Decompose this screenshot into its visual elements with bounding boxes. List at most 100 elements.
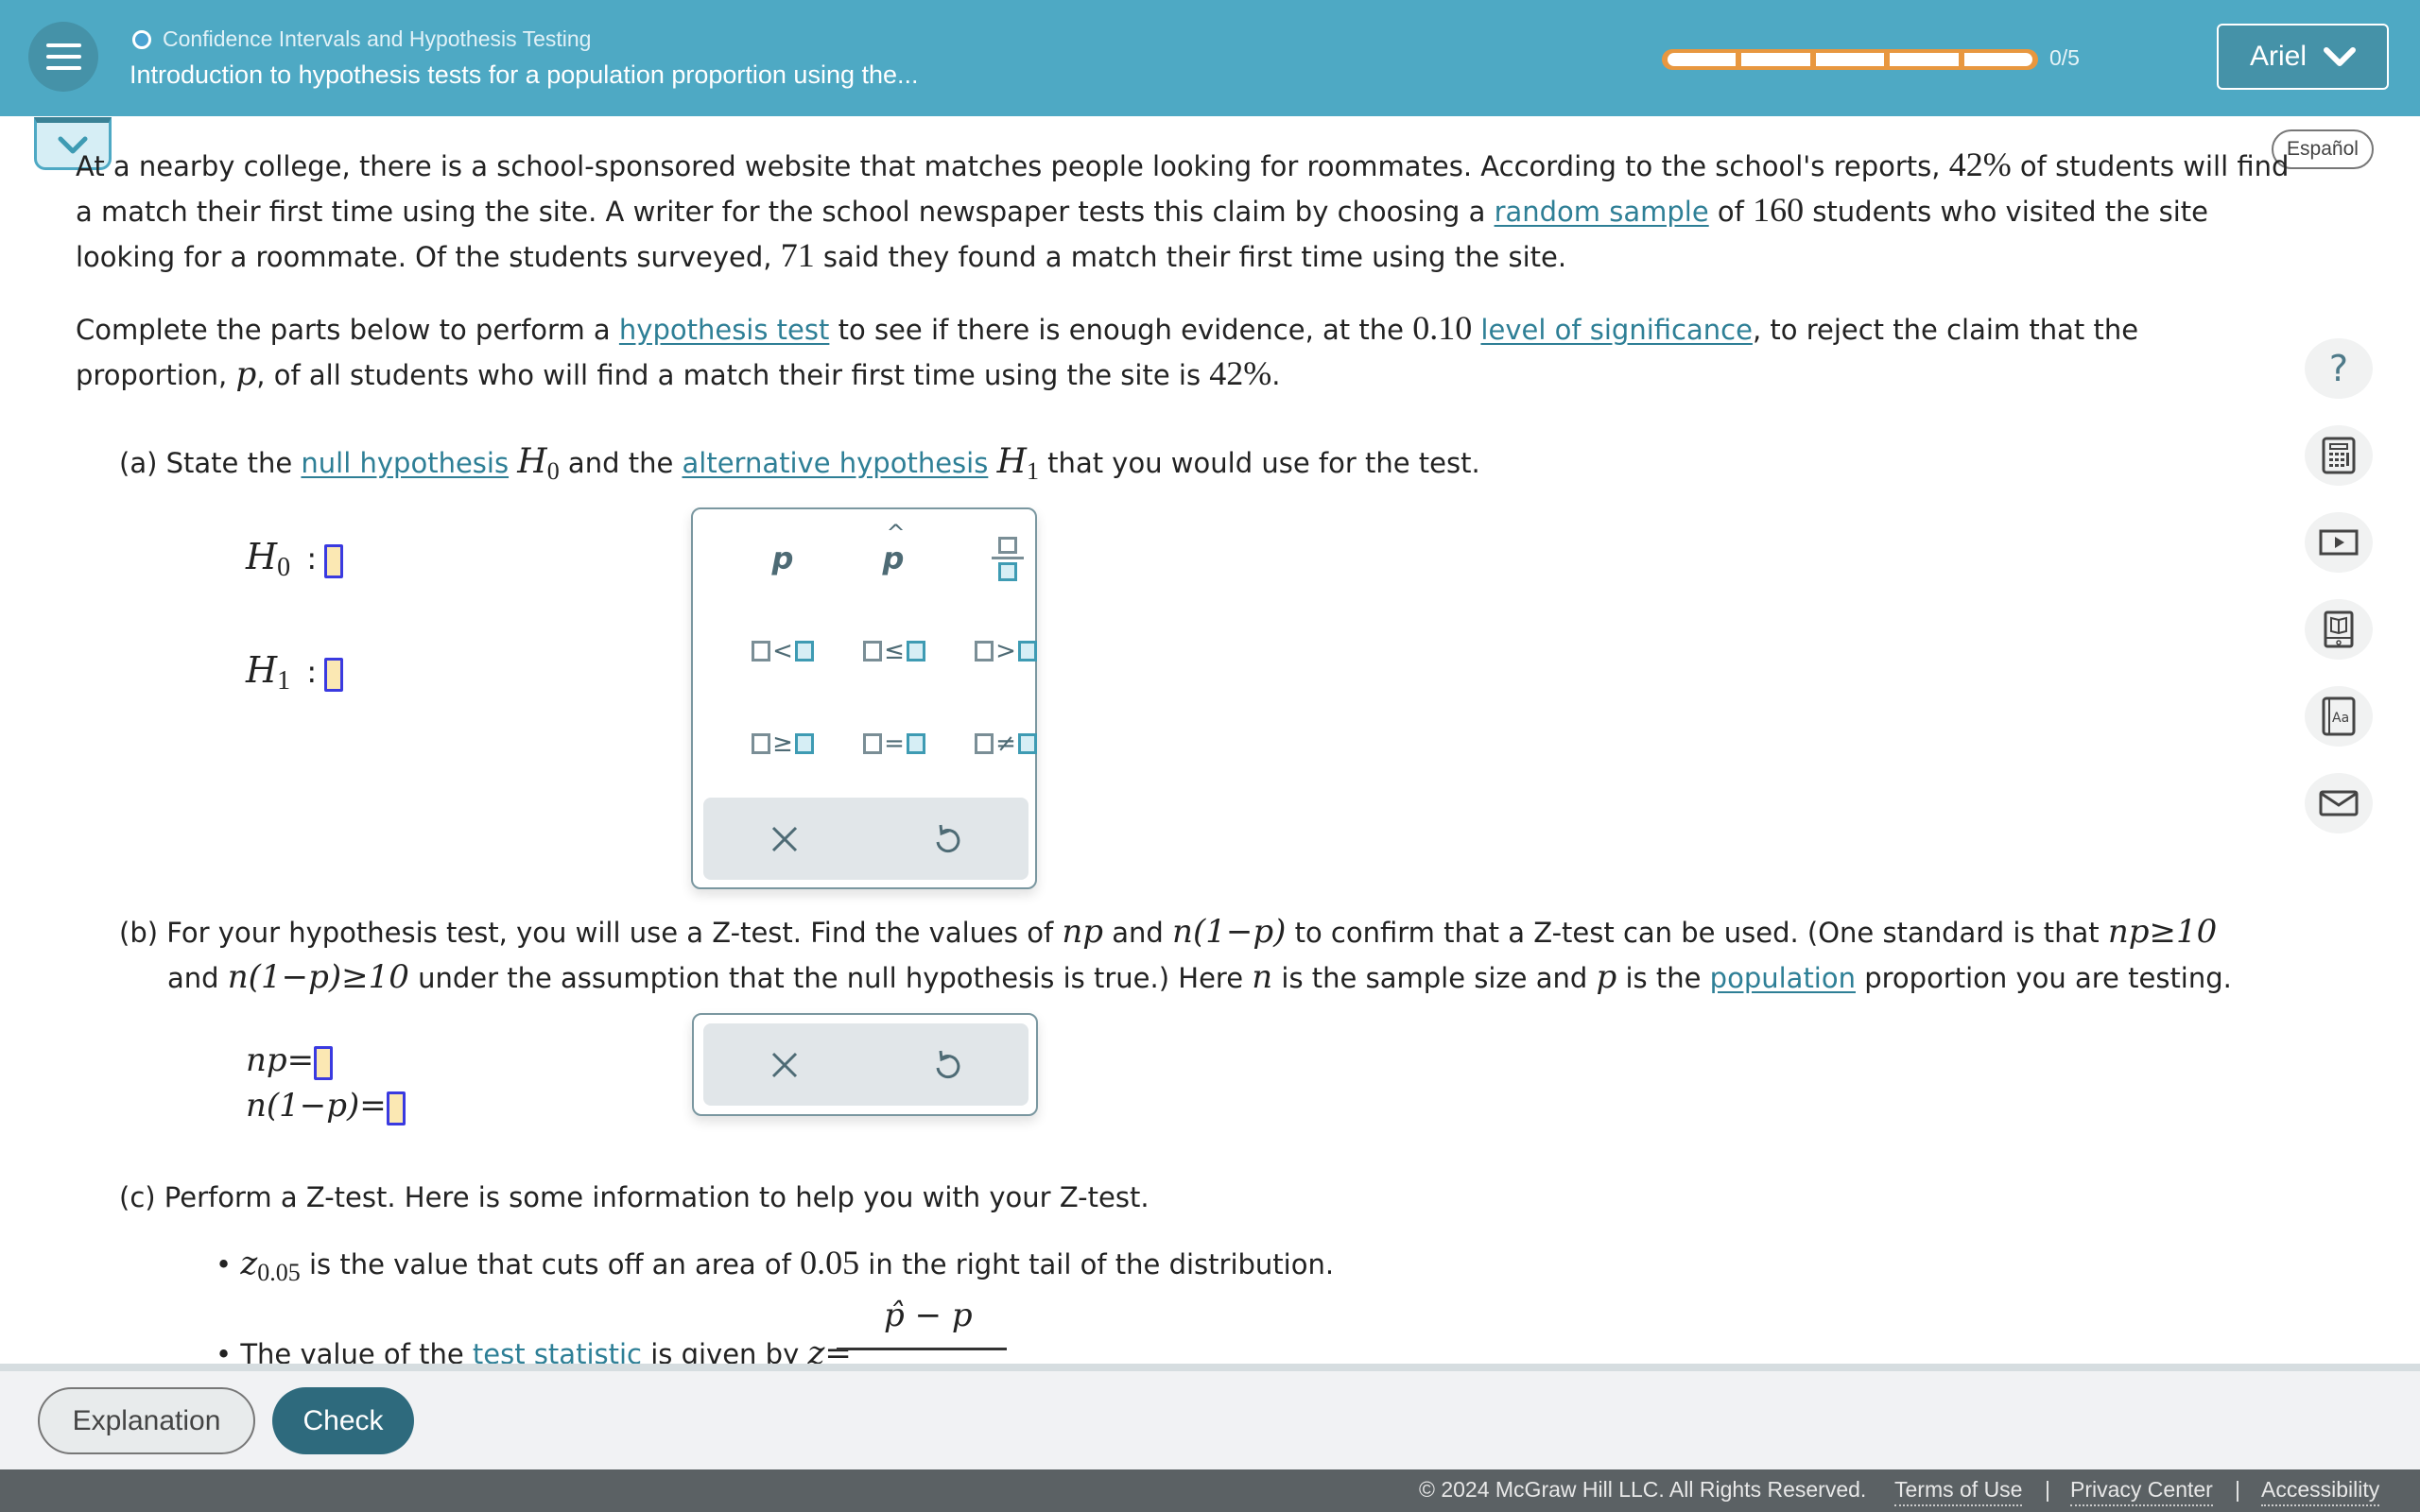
key-equals[interactable]: = [847,711,942,777]
hamburger-icon [46,43,81,47]
box-icon [752,733,771,754]
ebook-button[interactable] [2305,599,2373,660]
equals-icon: = [884,730,905,758]
fraction-bar [837,1348,1007,1350]
p-symbol: p [771,541,794,576]
problem-line: At a nearby college, there is a school-s… [76,142,2289,189]
problem-line: proportion, p, of all students who will … [76,351,1281,398]
variable-p: p [235,355,257,393]
hamburger-icon-line [46,66,81,70]
np-label: np= [246,1041,315,1079]
progress-segment [1741,53,1810,66]
terms-link[interactable]: Terms of Use [1894,1477,2023,1506]
video-button[interactable] [2305,512,2373,573]
menu-button[interactable] [28,22,98,92]
box-icon [863,641,883,662]
p-hat-symbol: p ^ [882,520,906,576]
h1-answer-input[interactable] [324,658,344,692]
key-less-equal[interactable]: ≤ [847,618,942,684]
ebook-icon [2324,610,2354,648]
key-less-than[interactable]: < [735,618,830,684]
not-equal-icon: ≠ [995,730,1016,758]
z-subscript: 0.05 [257,1258,301,1286]
top-header: Confidence Intervals and Hypothesis Test… [0,0,2420,116]
undo-button[interactable] [909,1032,985,1098]
text: in the right tail of the distribution. [859,1248,1335,1280]
keypad-actions [703,1023,1028,1106]
progress-label: 0/5 [2049,45,2080,70]
key-greater-equal[interactable]: ≥ [735,711,830,777]
check-button[interactable]: Check [272,1387,414,1454]
population-link[interactable]: population [1710,962,1856,994]
bullet-z-critical: • z0.05 is the value that cuts off an ar… [216,1244,1335,1286]
clear-button[interactable] [747,806,822,872]
help-button[interactable]: ? [2305,338,2373,399]
null-hypothesis-link[interactable]: null hypothesis [301,447,509,479]
text: is the sample size and [1272,962,1597,994]
z-symbol: z [240,1245,258,1282]
text: At a nearby college, there is a school-s… [76,150,1949,182]
text: of [1708,196,1754,228]
n1p-expr: n(1−p) [1172,913,1287,951]
part-b-prompt-line1: (b) For your hypothesis test, you will u… [119,909,2217,955]
fraction-numerator-icon [998,536,1017,554]
box-icon [906,733,925,754]
clear-button[interactable] [747,1032,822,1098]
progress-segment [1890,53,1959,66]
accessibility-link[interactable]: Accessibility [2261,1477,2380,1506]
text: . [1271,359,1281,391]
text: to confirm that a Z-test can be used. (O… [1286,917,2108,949]
sample-size: 160 [1753,191,1805,229]
text: (a) State the [119,447,302,479]
claim-percent: 42% [1948,146,2012,183]
random-sample-link[interactable]: random sample [1495,196,1709,228]
h0-subscript: 0 [546,456,560,485]
box-icon [752,641,771,662]
part-c-prompt: (c) Perform a Z-test. Here is some infor… [119,1181,1150,1213]
key-not-equal[interactable]: ≠ [959,711,1053,777]
progress-bar [1662,49,2038,70]
n1p-answer-input[interactable] [386,1091,406,1125]
h0-symbol: H [517,442,547,481]
text: students who visited the site [1804,196,2208,228]
level-of-significance-link[interactable]: level of significance [1480,314,1753,346]
breadcrumb-topic: Confidence Intervals and Hypothesis Test… [163,26,592,51]
part-b-prompt-line2: and n(1−p)≥10 under the assumption that … [167,954,2232,1001]
alternative-hypothesis-link[interactable]: alternative hypothesis [683,447,989,479]
user-menu-button[interactable]: Ariel [2217,24,2389,90]
problem-line: Complete the parts below to perform a hy… [76,305,2138,352]
text: , to reject the claim that the [1752,314,2139,346]
footer: © 2024 McGraw Hill LLC. All Rights Reser… [0,1469,2420,1512]
significance-level: 0.10 [1412,309,1473,347]
h0-answer-input[interactable] [324,544,344,578]
part-a-prompt: (a) State the null hypothesis H0 and the… [119,439,1480,494]
calculator-button[interactable] [2305,425,2373,486]
message-button[interactable] [2305,773,2373,833]
box-icon [1017,641,1037,662]
topic-status-icon [132,29,151,49]
copyright: © 2024 McGraw Hill LLC. All Rights Reser… [1419,1477,1867,1502]
key-p-hat[interactable]: p ^ [846,520,941,592]
text: said they found a match their first time… [814,241,1567,273]
key-greater-than[interactable]: > [959,618,1053,684]
privacy-link[interactable]: Privacy Center [2070,1477,2213,1506]
key-p[interactable]: p [735,525,830,592]
box-icon [794,733,814,754]
text: to see if there is enough evidence, at t… [829,314,1413,346]
hypothesis-test-link[interactable]: hypothesis test [619,314,829,346]
glossary-button[interactable]: Aa [2305,686,2373,747]
progress-segment [1815,53,1885,66]
key-fraction[interactable] [960,525,1055,592]
h1-row: H1 : [246,647,344,704]
explanation-button[interactable]: Explanation [38,1387,255,1454]
close-icon [771,1052,798,1078]
less-equal-icon: ≤ [884,637,905,665]
undo-button[interactable] [909,806,985,872]
np-answer-input[interactable] [314,1046,334,1080]
text: and the [559,447,683,479]
text: is the [1616,962,1710,994]
n1p-label: n(1−p)= [246,1087,387,1125]
page-title: Introduction to hypothesis tests for a p… [130,60,919,89]
colon: : [306,541,318,576]
text: and [167,962,228,994]
